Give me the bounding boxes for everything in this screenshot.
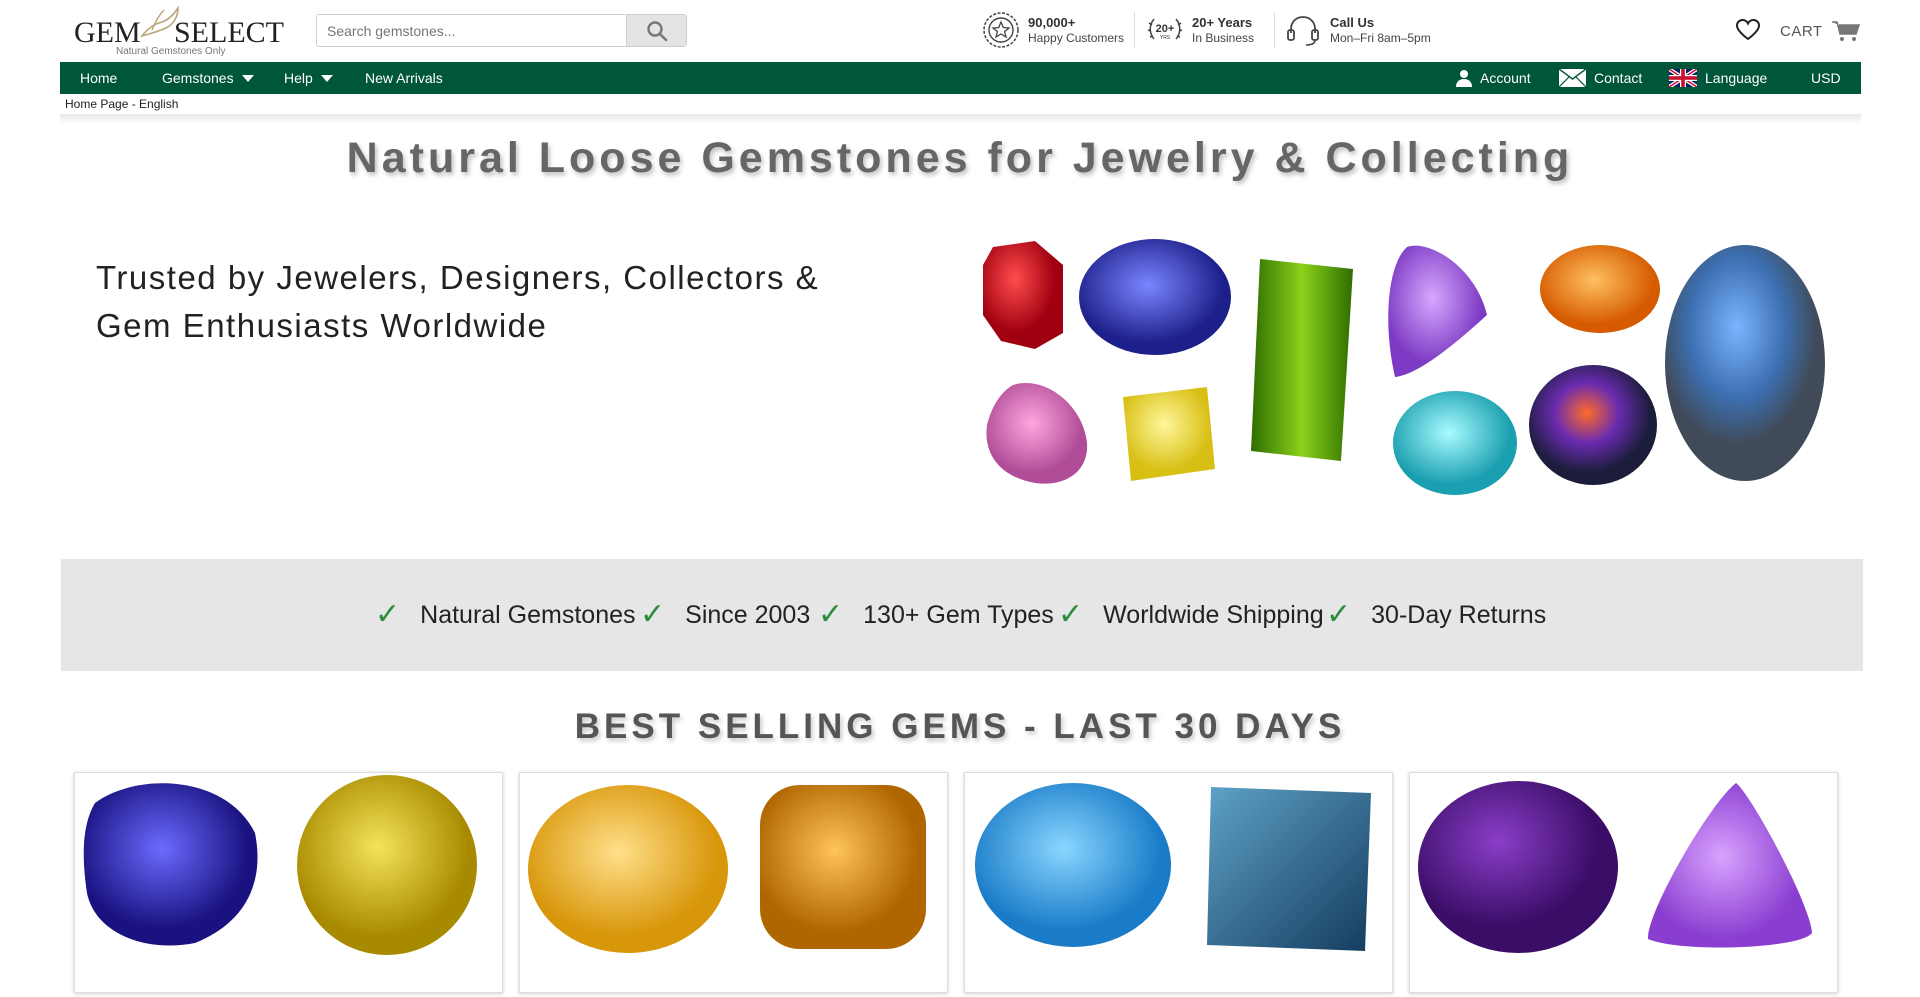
feature-gem-types: ✓ 130+ Gem Types bbox=[818, 559, 1054, 671]
nav-gemstones-label: Gemstones bbox=[162, 70, 234, 86]
trust-customers-subtitle: Happy Customers bbox=[1028, 30, 1125, 45]
envelope-icon bbox=[1559, 69, 1586, 87]
product-card[interactable] bbox=[519, 772, 948, 993]
hero-subtitle: Trusted by Jewelers, Designers, Collecto… bbox=[96, 259, 820, 344]
breadcrumb: Home Page - English bbox=[65, 97, 179, 111]
cart-icon bbox=[1831, 21, 1860, 41]
feature-returns: ✓ 30-Day Returns bbox=[1326, 559, 1546, 671]
nav-currency-label: USD bbox=[1811, 70, 1841, 86]
header-divider bbox=[1274, 12, 1275, 48]
trust-customers-title: 90,000+ bbox=[1028, 14, 1076, 30]
best-selling-title: BEST SELLING GEMS - LAST 30 DAYS bbox=[574, 707, 1346, 746]
breadcrumb-shadow bbox=[60, 114, 1861, 124]
headset-icon bbox=[1287, 16, 1319, 46]
search-icon bbox=[646, 20, 667, 41]
check-icon: ✓ bbox=[818, 598, 844, 631]
nav-home[interactable]: Home bbox=[80, 62, 117, 94]
nav-currency[interactable]: USD bbox=[1811, 62, 1841, 94]
nav-contact[interactable]: Contact bbox=[1559, 62, 1642, 94]
trust-badge-unit: YRS bbox=[1160, 35, 1171, 41]
product-card[interactable] bbox=[964, 772, 1393, 993]
trust-years: 20+ YRS 20+ Years In Business bbox=[1146, 10, 1254, 50]
product-image bbox=[1418, 781, 1812, 953]
feature-label: Since 2003 bbox=[685, 600, 811, 629]
cart-label: CART bbox=[1780, 22, 1823, 40]
hero-gemstones-image bbox=[975, 225, 1845, 520]
main-navigation: Home Gemstones Help New Arrivals Account… bbox=[60, 62, 1861, 94]
user-icon bbox=[1456, 70, 1472, 87]
trust-years-title: 20+ Years bbox=[1192, 14, 1253, 30]
product-image bbox=[528, 785, 926, 953]
product-image bbox=[975, 783, 1371, 951]
feature-since-2003: ✓ Since 2003 bbox=[640, 559, 810, 671]
uk-flag-icon bbox=[1669, 69, 1697, 87]
check-icon: ✓ bbox=[640, 598, 666, 631]
nav-contact-label: Contact bbox=[1594, 70, 1643, 86]
trust-call-title: Call Us bbox=[1330, 14, 1375, 30]
check-icon: ✓ bbox=[1326, 598, 1352, 631]
site-logo[interactable]: GEM SELECT Natural Gemstones Only bbox=[74, 6, 290, 58]
nav-gemstones[interactable]: Gemstones bbox=[162, 62, 254, 94]
logo-text-gem: GEM bbox=[74, 16, 141, 49]
chevron-down-icon bbox=[241, 74, 254, 82]
product-card[interactable] bbox=[1409, 772, 1838, 993]
search-button[interactable] bbox=[626, 15, 686, 46]
trust-call-us[interactable]: Call Us Mon–Fri 8am–5pm bbox=[1284, 10, 1431, 50]
feature-label: Natural Gemstones bbox=[420, 600, 636, 629]
nav-account-label: Account bbox=[1480, 70, 1531, 86]
feature-label: Worldwide Shipping bbox=[1103, 600, 1324, 629]
award-badge-icon bbox=[983, 12, 1019, 48]
wishlist-heart-icon[interactable] bbox=[1735, 18, 1761, 42]
laurel-20-yrs-icon: 20+ YRS bbox=[1147, 18, 1183, 41]
nav-help[interactable]: Help bbox=[284, 62, 333, 94]
trust-years-subtitle: In Business bbox=[1192, 30, 1255, 45]
search-box bbox=[316, 14, 687, 47]
site-header: GEM SELECT Natural Gemstones Only 90,000… bbox=[0, 0, 1920, 62]
features-band: ✓ Natural Gemstones ✓ Since 2003 ✓ 130+ … bbox=[61, 559, 1863, 671]
trust-call-subtitle: Mon–Fri 8am–5pm bbox=[1330, 30, 1431, 45]
product-card[interactable] bbox=[74, 772, 503, 993]
nav-language[interactable]: Language bbox=[1669, 62, 1767, 94]
logo-text-select: SELECT bbox=[174, 16, 284, 49]
logo-tagline: Natural Gemstones Only bbox=[116, 46, 226, 57]
trust-badge-number: 20+ bbox=[1156, 23, 1175, 35]
nav-home-label: Home bbox=[80, 70, 118, 86]
nav-help-label: Help bbox=[284, 70, 313, 86]
search-input[interactable] bbox=[317, 15, 626, 46]
chevron-down-icon bbox=[320, 74, 333, 82]
cart-button[interactable]: CART bbox=[1780, 18, 1861, 44]
nav-language-label: Language bbox=[1705, 70, 1768, 86]
nav-new-arrivals[interactable]: New Arrivals bbox=[365, 62, 443, 94]
nav-account[interactable]: Account bbox=[1456, 62, 1531, 94]
feature-worldwide-shipping: ✓ Worldwide Shipping bbox=[1058, 559, 1324, 671]
feature-natural-gemstones: ✓ Natural Gemstones bbox=[375, 559, 636, 671]
nav-new-arrivals-label: New Arrivals bbox=[365, 70, 443, 86]
page-title: Natural Loose Gemstones for Jewelry & Co… bbox=[346, 134, 1574, 182]
feature-label: 130+ Gem Types bbox=[863, 600, 1054, 629]
product-image bbox=[83, 775, 477, 955]
feature-label: 30-Day Returns bbox=[1371, 600, 1547, 629]
header-divider bbox=[1134, 12, 1135, 48]
check-icon: ✓ bbox=[375, 598, 401, 631]
check-icon: ✓ bbox=[1058, 598, 1084, 631]
trust-customers: 90,000+ Happy Customers bbox=[982, 10, 1124, 50]
